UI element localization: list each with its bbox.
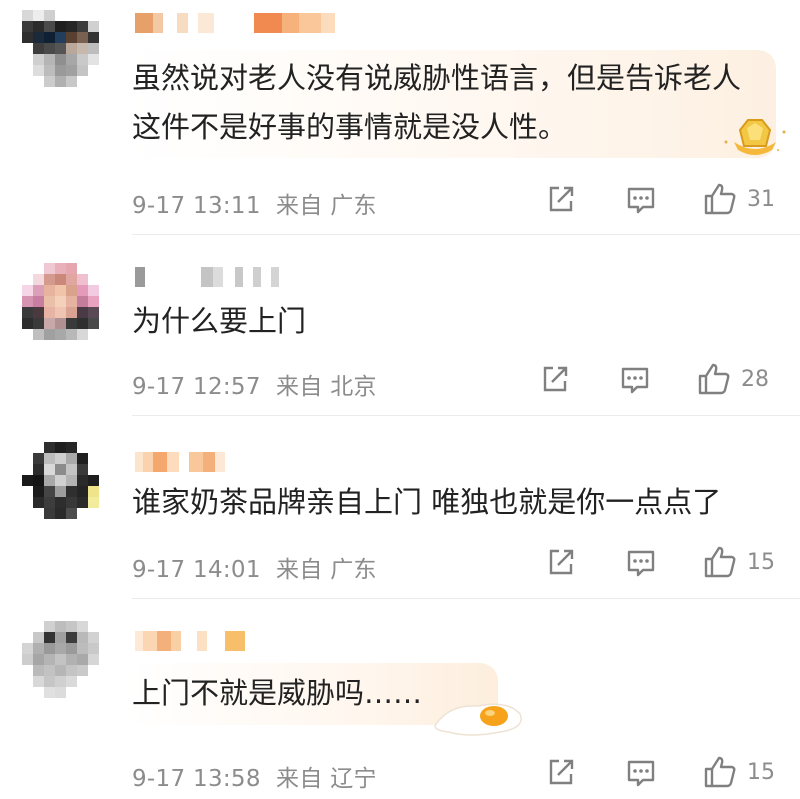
comment-icon [626, 185, 656, 215]
like-count: 15 [747, 549, 775, 575]
comment-time: 9-17 13:11 [132, 193, 261, 219]
avatar[interactable] [22, 263, 110, 351]
share-out-icon [540, 364, 570, 394]
avatar[interactable] [22, 621, 110, 709]
comment-time: 9-17 12:57 [132, 374, 261, 400]
repost-button[interactable] [546, 184, 576, 214]
comment-item: 上门不就是威胁吗…… 9-17 13:58 来自 辽宁 15 [0, 599, 800, 799]
username[interactable] [135, 13, 336, 33]
repost-button[interactable] [540, 364, 570, 394]
comment-time: 9-17 14:01 [132, 557, 261, 583]
comment-text: 虽然说对老人没有说威胁性语言，但是告诉老人这件不是好事的事情就是没人性。 [132, 61, 742, 144]
reply-button[interactable] [626, 758, 656, 788]
avatar[interactable] [22, 442, 110, 530]
thumbs-up-icon [703, 545, 737, 579]
comment-icon [626, 758, 656, 788]
like-button[interactable]: 31 [703, 182, 775, 216]
comment-text: 为什么要上门 [132, 304, 307, 338]
username[interactable] [135, 267, 285, 287]
reply-button[interactable] [626, 185, 656, 215]
thumbs-up-icon [703, 755, 737, 789]
share-out-icon [546, 757, 576, 787]
comment-text: 谁家奶茶品牌亲自上门 唯独也就是你一点点了 [132, 485, 722, 519]
like-button[interactable]: 15 [703, 755, 775, 789]
fried-egg-icon [430, 694, 526, 742]
comment-icon [626, 548, 656, 578]
like-count: 31 [747, 186, 775, 212]
comment-location: 来自 辽宁 [276, 766, 377, 792]
repost-button[interactable] [546, 547, 576, 577]
comment-icon [620, 365, 650, 395]
comment-meta: 9-17 13:58 来自 辽宁 [132, 759, 377, 793]
comment-location: 来自 广东 [276, 557, 377, 583]
share-out-icon [546, 547, 576, 577]
like-count: 15 [747, 759, 775, 785]
gold-badge-icon [720, 112, 790, 162]
like-button[interactable]: 28 [697, 362, 769, 396]
username[interactable] [135, 631, 265, 651]
comment-meta: 9-17 12:57 来自 北京 [132, 367, 377, 401]
avatar[interactable] [22, 10, 110, 98]
like-count: 28 [741, 366, 769, 392]
comment-item: 谁家奶茶品牌亲自上门 唯独也就是你一点点了 9-17 14:01 来自 广东 1… [0, 416, 800, 599]
comment-location: 来自 广东 [276, 193, 377, 219]
comment-location: 来自 北京 [276, 374, 377, 400]
thumbs-up-icon [697, 362, 731, 396]
like-button[interactable]: 15 [703, 545, 775, 579]
share-out-icon [546, 184, 576, 214]
reply-button[interactable] [626, 548, 656, 578]
username[interactable] [135, 452, 255, 472]
repost-button[interactable] [546, 757, 576, 787]
comment-item: 虽然说对老人没有说威胁性语言，但是告诉老人这件不是好事的事情就是没人性。 9-1… [0, 0, 800, 235]
comment-meta: 9-17 14:01 来自 广东 [132, 550, 377, 584]
reply-button[interactable] [620, 365, 650, 395]
comment-item: 为什么要上门 9-17 12:57 来自 北京 28 [0, 235, 800, 416]
comment-meta: 9-17 13:11 来自 广东 [132, 186, 377, 220]
thumbs-up-icon [703, 182, 737, 216]
comment-time: 9-17 13:58 [132, 766, 261, 792]
